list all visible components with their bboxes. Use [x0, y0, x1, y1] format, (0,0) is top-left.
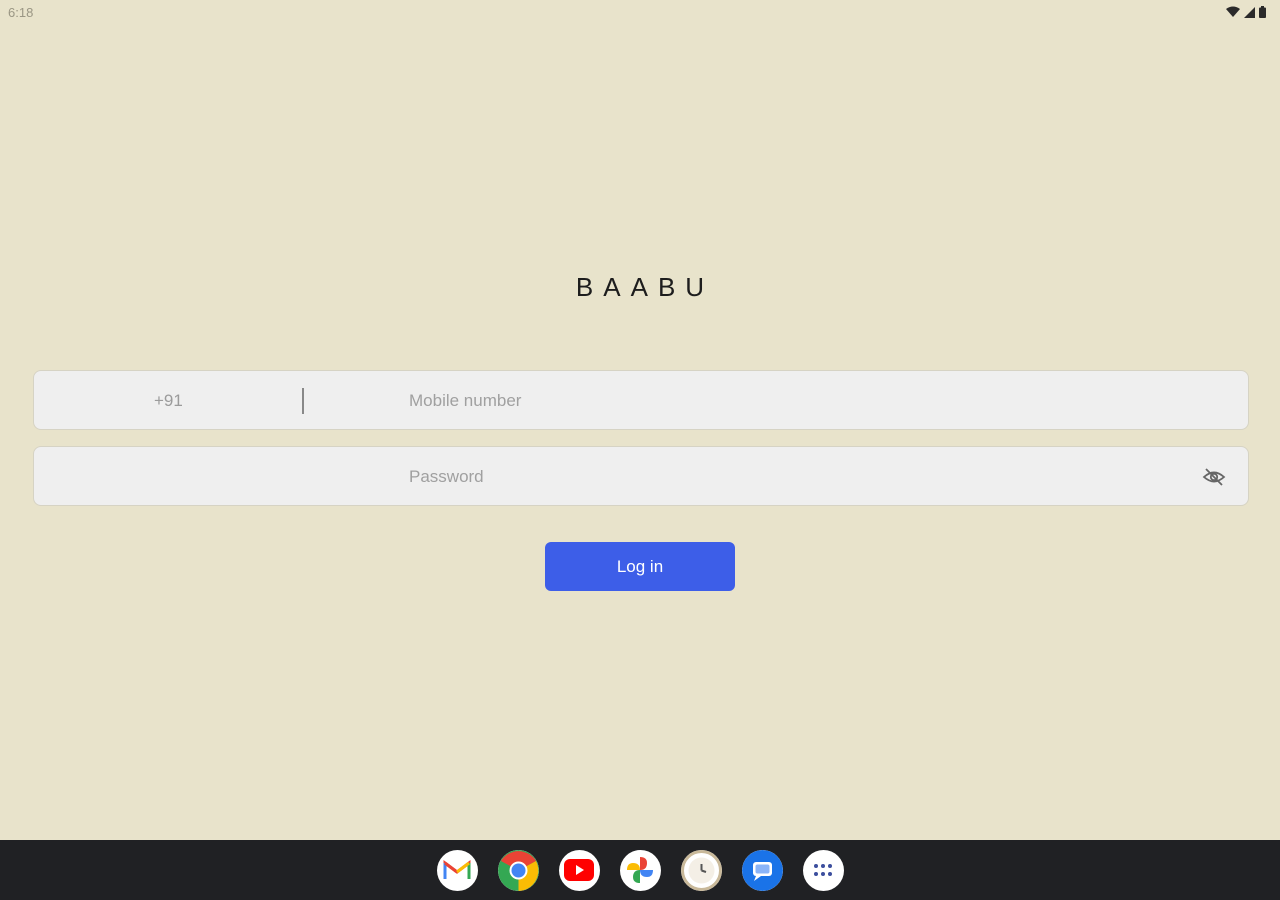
wifi-icon [1226, 6, 1240, 17]
mobile-number-input[interactable] [409, 381, 1189, 421]
app-drawer-icon [814, 864, 832, 876]
dock-app-gmail[interactable] [436, 849, 478, 891]
clock-icon [680, 849, 722, 891]
status-icons [1226, 6, 1266, 18]
messages-icon [741, 849, 783, 891]
status-time: 6:18 [8, 5, 34, 20]
gmail-icon [443, 860, 471, 879]
password-field-container [33, 446, 1249, 506]
battery-icon [1259, 6, 1266, 18]
brand-title: BAABU [575, 272, 715, 302]
dock-app-photos[interactable] [619, 849, 661, 891]
chrome-icon [497, 849, 539, 891]
dock-app-youtube[interactable] [558, 849, 600, 891]
status-bar: 6:18 [0, 0, 1280, 26]
cell-signal-icon [1244, 6, 1255, 18]
login-button[interactable]: Log in [545, 542, 735, 591]
password-visibility-toggle[interactable] [1202, 465, 1226, 489]
dock-app-messages[interactable] [741, 849, 783, 891]
photos-icon [627, 857, 653, 883]
dock-app-clock[interactable] [680, 849, 722, 891]
eye-off-icon [1202, 468, 1226, 486]
mobile-field-container: +91 [33, 370, 1249, 430]
login-screen: 6:18 BAABU +91 Mobile number Log in [0, 0, 1280, 900]
youtube-icon [564, 859, 594, 881]
country-code[interactable]: +91 [154, 391, 183, 411]
dock-app-chrome[interactable] [497, 849, 539, 891]
password-input[interactable] [409, 457, 1189, 497]
field-divider [302, 388, 304, 414]
app-dock [0, 840, 1280, 900]
dock-app-drawer[interactable] [802, 849, 844, 891]
